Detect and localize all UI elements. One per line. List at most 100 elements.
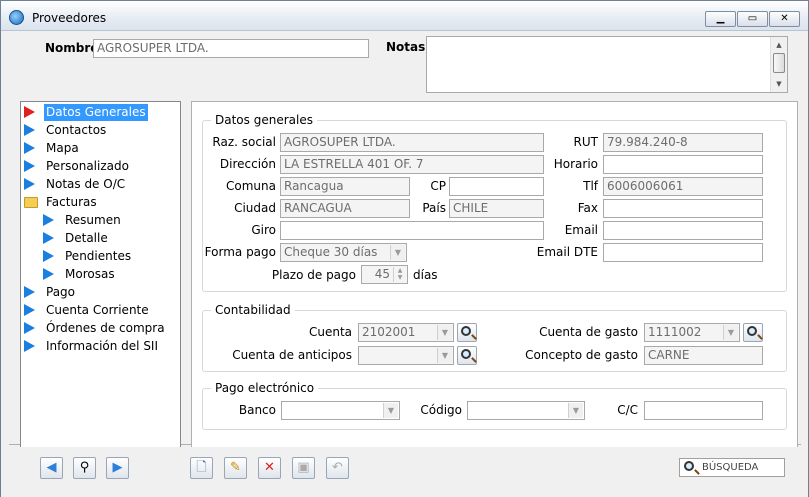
ciudad-label: Ciudad	[234, 201, 276, 215]
arrow-icon	[43, 250, 54, 262]
undo-button[interactable]: ↶	[326, 457, 349, 479]
notas-textarea[interactable]: ▲ ▼	[426, 36, 788, 93]
codigo-label: Código	[420, 403, 462, 417]
cuenta-gasto-lookup-button[interactable]	[743, 323, 763, 342]
section-tree: Datos Generales Contactos Mapa Personali…	[20, 101, 181, 465]
arrow-icon	[24, 142, 35, 154]
pago-electronico-legend: Pago electrónico	[211, 381, 319, 395]
folder-icon	[24, 197, 38, 208]
window-title: Proveedores	[32, 11, 107, 25]
notas-label: Notas	[386, 40, 426, 54]
email-field[interactable]	[603, 221, 763, 240]
arrow-icon	[24, 304, 35, 316]
arrow-icon	[43, 268, 54, 280]
concepto-gasto-field[interactable]: CARNE	[644, 346, 763, 365]
chevron-down-icon: ▼	[383, 403, 398, 418]
minimize-icon: ▁	[716, 13, 725, 24]
chevron-down-icon: ▼	[437, 325, 452, 340]
arrow-icon	[24, 106, 35, 118]
tlf-label: Tlf	[583, 179, 598, 193]
maximize-button[interactable]: ▭	[737, 11, 768, 27]
magnifier-icon	[461, 349, 471, 359]
comuna-field[interactable]: Rancagua	[280, 177, 410, 196]
close-icon: ✕	[780, 13, 789, 24]
cc-field[interactable]	[644, 401, 763, 420]
rut-field[interactable]: 79.984.240-8	[603, 133, 763, 152]
magnifier-icon	[461, 326, 471, 336]
email-dte-field[interactable]	[603, 243, 763, 262]
pais-field[interactable]: CHILE	[449, 199, 544, 218]
forma-pago-label: Forma pago	[204, 245, 276, 259]
proveedores-window: Proveedores ▁ ▭ ✕ Nombre AGROSUPER LTDA.…	[0, 0, 809, 497]
tlf-field[interactable]: 6006006061	[603, 177, 763, 196]
magnifier-icon	[747, 326, 757, 336]
arrow-left-icon: ◀	[46, 460, 57, 475]
scroll-thumb[interactable]	[773, 53, 785, 73]
save-disk-icon: ▣	[297, 460, 310, 475]
next-button[interactable]: ▶	[106, 457, 129, 479]
forma-pago-select[interactable]: Cheque 30 días ▼	[280, 243, 407, 262]
pencil-icon: ✎	[230, 460, 241, 475]
direccion-field[interactable]: LA ESTRELLA 401 OF. 7	[280, 155, 544, 174]
horario-field[interactable]	[603, 155, 763, 174]
arrow-icon	[24, 160, 35, 172]
anticipos-lookup-button[interactable]	[457, 346, 477, 365]
arrow-icon	[24, 124, 35, 136]
arrow-right-icon: ▶	[112, 460, 123, 475]
plazo-pago-stepper[interactable]: 45 ▲ ▼	[361, 265, 408, 284]
arrow-icon	[43, 214, 54, 226]
cuenta-anticipos-select[interactable]: ▼	[358, 346, 454, 365]
plazo-unit-label: días	[413, 268, 438, 282]
arrow-icon	[24, 322, 35, 334]
delete-button[interactable]: ✕	[258, 457, 281, 479]
save-button[interactable]: ▣	[292, 457, 315, 479]
nombre-field[interactable]: AGROSUPER LTDA.	[93, 39, 369, 58]
rut-label: RUT	[573, 135, 598, 149]
close-button[interactable]: ✕	[769, 11, 800, 27]
maximize-icon: ▭	[747, 13, 758, 24]
concepto-gasto-label: Concepto de gasto	[525, 348, 638, 362]
client-area: Nombre AGROSUPER LTDA. Notas ▲ ▼ Datos G…	[9, 32, 801, 465]
pais-label: País	[422, 201, 446, 215]
cuenta-lookup-button[interactable]	[457, 323, 477, 342]
title-bar[interactable]: Proveedores ▁ ▭ ✕	[1, 1, 808, 31]
cuenta-anticipos-label: Cuenta de anticipos	[232, 348, 352, 362]
previous-button[interactable]: ◀	[40, 457, 63, 479]
email-label: Email	[564, 223, 598, 237]
cuenta-select[interactable]: 2102001 ▼	[358, 323, 454, 342]
find-button[interactable]: ⚲	[73, 457, 96, 479]
banco-label: Banco	[238, 403, 276, 417]
horario-label: Horario	[553, 157, 598, 171]
bottom-toolbar: ◀ ⚲ ▶ 🗋 ✎ ✕ ▣ ↶ BÚSQUEDA	[1, 447, 808, 497]
new-button[interactable]: 🗋	[190, 457, 213, 479]
arrow-icon	[24, 286, 35, 298]
minimize-button[interactable]: ▁	[705, 11, 736, 27]
chevron-down-icon: ▼	[568, 403, 583, 418]
fax-field[interactable]	[603, 199, 763, 218]
detail-panel: Datos generales Raz. social AGROSUPER LT…	[191, 101, 798, 465]
codigo-select[interactable]: ▼	[467, 401, 585, 420]
cp-field[interactable]	[449, 177, 544, 196]
ciudad-field[interactable]: RANCAGUA	[280, 199, 410, 218]
edit-button[interactable]: ✎	[224, 457, 247, 479]
cuenta-gasto-select[interactable]: 1111002 ▼	[644, 323, 740, 342]
search-box[interactable]: BÚSQUEDA	[679, 458, 785, 477]
cuenta-label: Cuenta	[308, 325, 352, 339]
giro-field[interactable]	[280, 221, 544, 240]
arrow-icon	[43, 232, 54, 244]
app-icon	[9, 10, 24, 25]
datos-generales-legend: Datos generales	[211, 113, 317, 127]
scroll-up-icon[interactable]: ▲	[771, 39, 787, 51]
razon-social-field[interactable]: AGROSUPER LTDA.	[280, 133, 544, 152]
banco-select[interactable]: ▼	[281, 401, 400, 420]
scroll-down-icon[interactable]: ▼	[771, 78, 787, 90]
notas-scrollbar[interactable]: ▲ ▼	[770, 37, 787, 92]
comuna-label: Comuna	[226, 179, 276, 193]
search-placeholder: BÚSQUEDA	[702, 462, 759, 473]
cuenta-gasto-label: Cuenta de gasto	[539, 325, 638, 339]
chevron-down-icon: ▼	[390, 245, 405, 260]
chevron-down-icon: ▼	[437, 348, 452, 363]
new-document-icon: 🗋	[196, 460, 207, 475]
stepper-arrows-icon[interactable]: ▲ ▼	[393, 267, 406, 282]
contabilidad-legend: Contabilidad	[211, 303, 295, 317]
